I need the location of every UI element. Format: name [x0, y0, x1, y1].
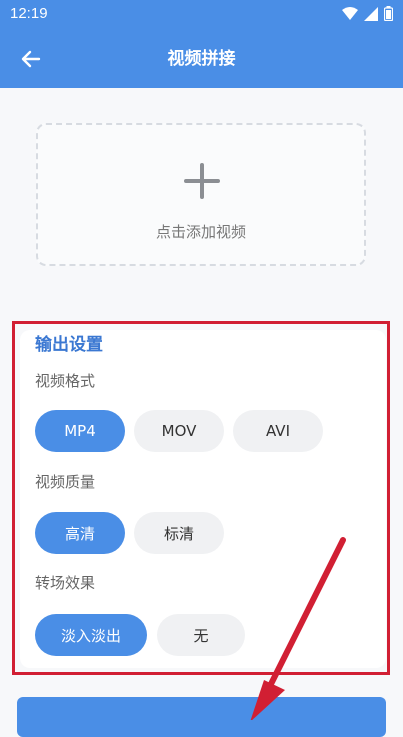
app-bar: 视频拼接 — [0, 28, 403, 88]
add-video-label: 点击添加视频 — [155, 223, 246, 241]
format-label: 视频格式 — [35, 372, 96, 390]
transition-option-none[interactable]: 无 — [157, 614, 245, 656]
status-time: 12:19 — [10, 5, 48, 22]
settings-title: 输出设置 — [35, 335, 103, 355]
start-merge-button[interactable] — [17, 697, 386, 737]
format-option-avi[interactable]: AVI — [233, 410, 323, 452]
plus-icon — [184, 163, 220, 199]
transition-label: 转场效果 — [35, 574, 96, 592]
quality-label: 视频质量 — [35, 473, 96, 491]
status-bar: 12:19 — [0, 0, 403, 28]
transition-option-fade[interactable]: 淡入淡出 — [35, 614, 147, 656]
format-option-mov[interactable]: MOV — [134, 410, 224, 452]
page-title: 视频拼接 — [167, 49, 236, 69]
signal-icon — [364, 6, 378, 21]
add-video-area[interactable]: 点击添加视频 — [36, 123, 366, 266]
wifi-icon — [342, 6, 358, 20]
format-option-mp4[interactable]: MP4 — [35, 410, 125, 452]
quality-option-sd[interactable]: 标清 — [134, 512, 224, 554]
quality-option-hd[interactable]: 高清 — [35, 512, 125, 554]
battery-icon — [384, 6, 393, 21]
status-icons — [342, 6, 393, 21]
